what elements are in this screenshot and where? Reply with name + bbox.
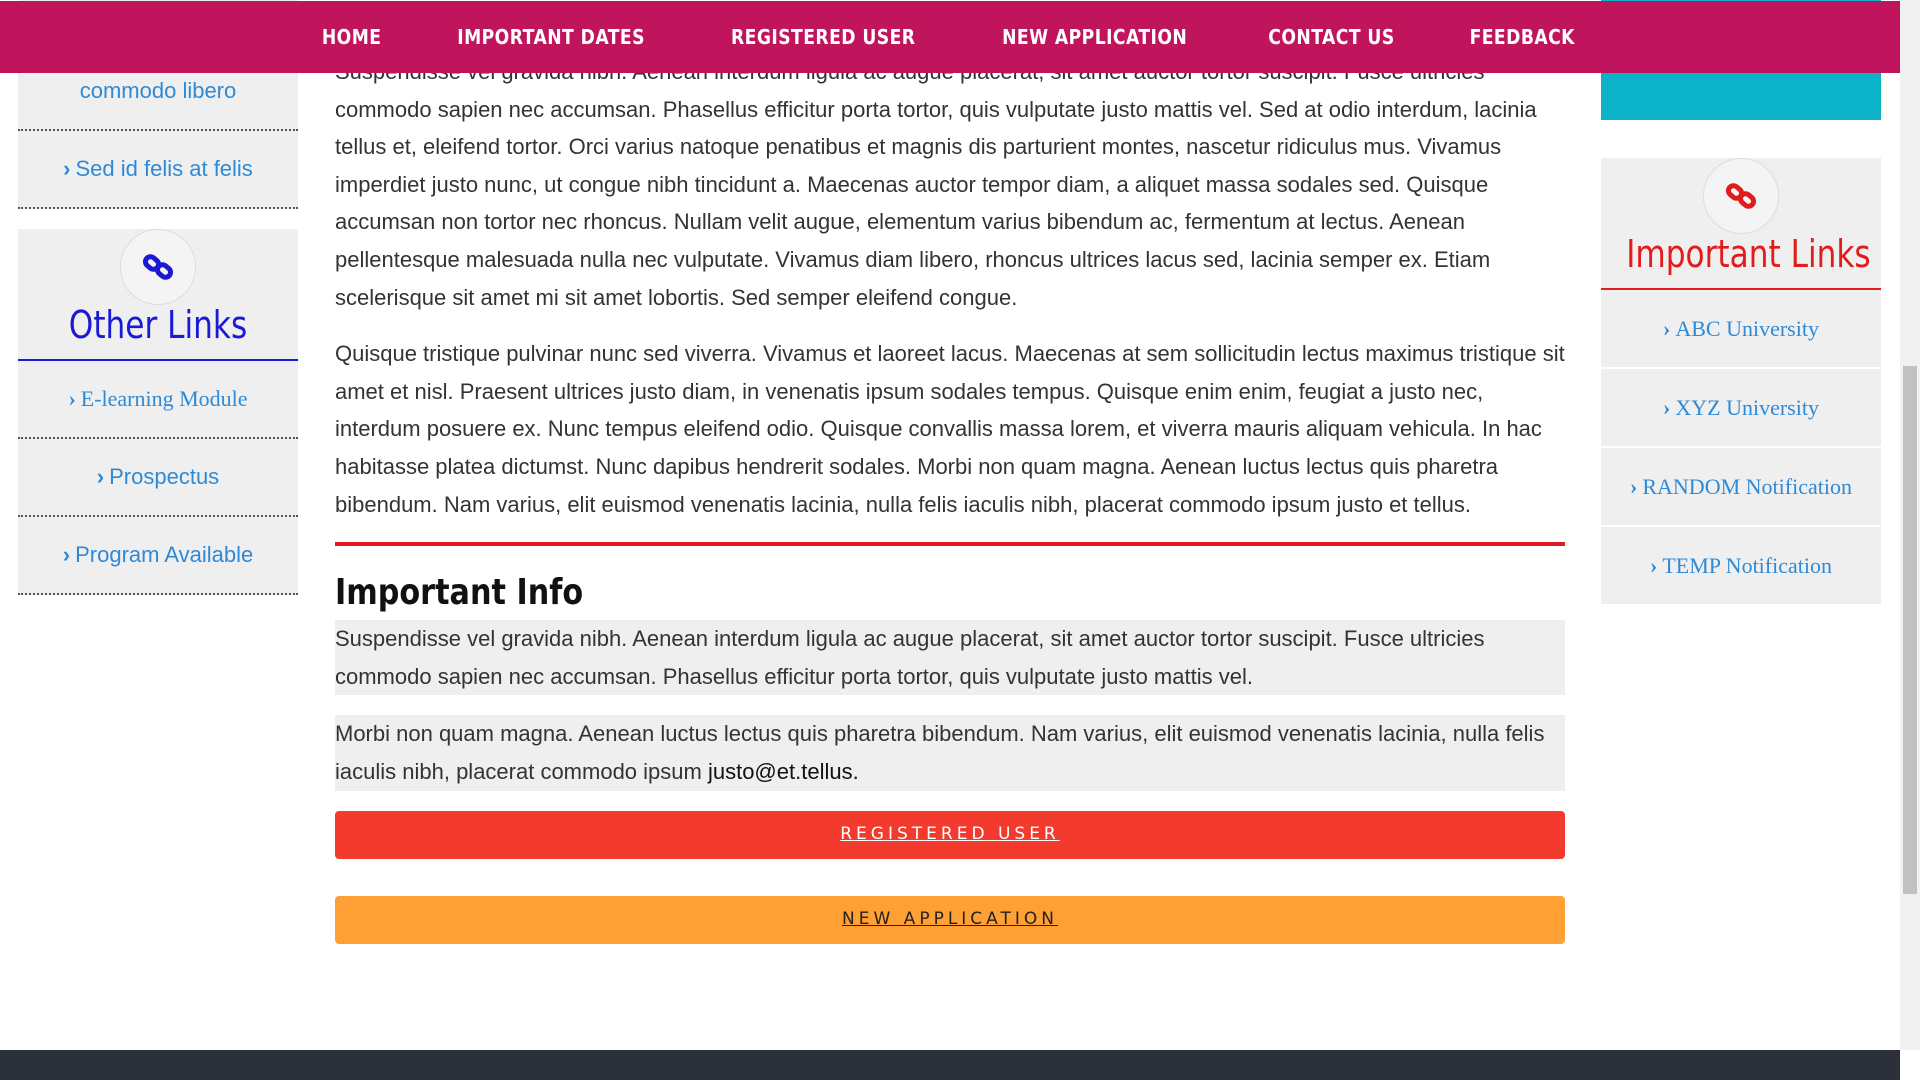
chevron-right-icon: › <box>96 464 105 489</box>
other-links-title: Other Links <box>68 303 248 347</box>
right-sidebar: Important Links › ABC University › XYZ U… <box>1601 0 1881 606</box>
sidebar-link-label: XYZ University <box>1675 394 1819 420</box>
email-text: justo@et.tellus. <box>707 758 859 784</box>
sidebar-link-xyz-university[interactable]: › XYZ University <box>1601 369 1881 448</box>
chevron-right-icon: › <box>1663 394 1671 420</box>
sidebar-link-label: TEMP Notification <box>1662 552 1832 578</box>
chevron-right-icon: › <box>1650 552 1658 578</box>
sidebar-link-elearning[interactable]: › E-learning Module <box>18 361 298 439</box>
chevron-right-icon: › <box>68 386 76 411</box>
footer <box>0 1050 1900 1080</box>
body-paragraph: Quisque tristique pulvinar nunc sed vive… <box>335 341 1565 517</box>
left-sidebar: commodo libero › Sed id felis at felis O… <box>18 0 298 595</box>
sidebar-link-label: Program Available <box>75 542 254 567</box>
info-text: Morbi non quam magna. Aenean luctus lect… <box>335 721 1545 784</box>
info-box: Suspendisse vel gravida nibh. Aenean int… <box>335 620 1565 696</box>
sidebar-link-prospectus[interactable]: › Prospectus <box>18 439 298 517</box>
sidebar-link-abc-university[interactable]: › ABC University <box>1601 290 1881 369</box>
registered-user-button[interactable]: REGISTERED USER <box>335 810 1565 859</box>
chevron-right-icon: › <box>1663 315 1671 341</box>
sidebar-link-temp-notification[interactable]: › TEMP Notification <box>1601 527 1881 606</box>
sidebar-link-random-notification[interactable]: › RANDOM Notification <box>1601 448 1881 527</box>
main-content: Suspendisse vel gravida nibh. Aenean int… <box>335 53 1565 944</box>
sidebar-link-label: RANDOM Notification <box>1642 473 1852 499</box>
important-links-title: Important Links <box>1626 232 1871 276</box>
sidebar-link-label: Prospectus <box>109 464 220 489</box>
nav-new-application[interactable]: NEW APPLICATION <box>1002 25 1187 49</box>
nav-important-dates[interactable]: IMPORTANT DATES <box>457 25 645 49</box>
link-icon <box>120 229 196 305</box>
sidebar-link-program-available[interactable]: › Program Available <box>18 517 298 595</box>
nav-registered-user[interactable]: REGISTERED USER <box>731 25 915 49</box>
sidebar-link-sed-id-felis[interactable]: › Sed id felis at felis <box>18 131 298 209</box>
chevron-right-icon: › <box>1630 473 1638 499</box>
nav-feedback[interactable]: FEEDBACK <box>1469 25 1574 49</box>
nav-contact-us[interactable]: CONTACT US <box>1268 25 1394 49</box>
nav-home[interactable]: HOME <box>321 25 381 49</box>
new-application-button[interactable]: NEW APPLICATION <box>335 895 1565 944</box>
body-paragraph: Suspendisse vel gravida nibh. Aenean int… <box>335 59 1537 310</box>
chevron-right-icon: › <box>62 542 71 567</box>
important-info-title: Important Info <box>335 572 584 614</box>
page-scrollbar[interactable] <box>1900 0 1920 1050</box>
info-box: Morbi non quam magna. Aenean luctus lect… <box>335 715 1565 791</box>
sidebar-link-label: E-learning Module <box>80 386 248 411</box>
other-links-header: Other Links <box>18 229 298 361</box>
sidebar-link-label: ABC University <box>1675 315 1819 341</box>
top-nav: HOME IMPORTANT DATES REGISTERED USER NEW… <box>0 1 1900 73</box>
sidebar-link-label: commodo libero <box>79 78 237 103</box>
scrollbar-thumb[interactable] <box>1903 366 1917 894</box>
important-links-header: Important Links <box>1601 158 1881 290</box>
sidebar-link-label: Sed id felis at felis <box>75 156 253 181</box>
link-icon <box>1703 158 1779 234</box>
chevron-right-icon: › <box>63 156 71 181</box>
section-divider <box>335 542 1565 547</box>
